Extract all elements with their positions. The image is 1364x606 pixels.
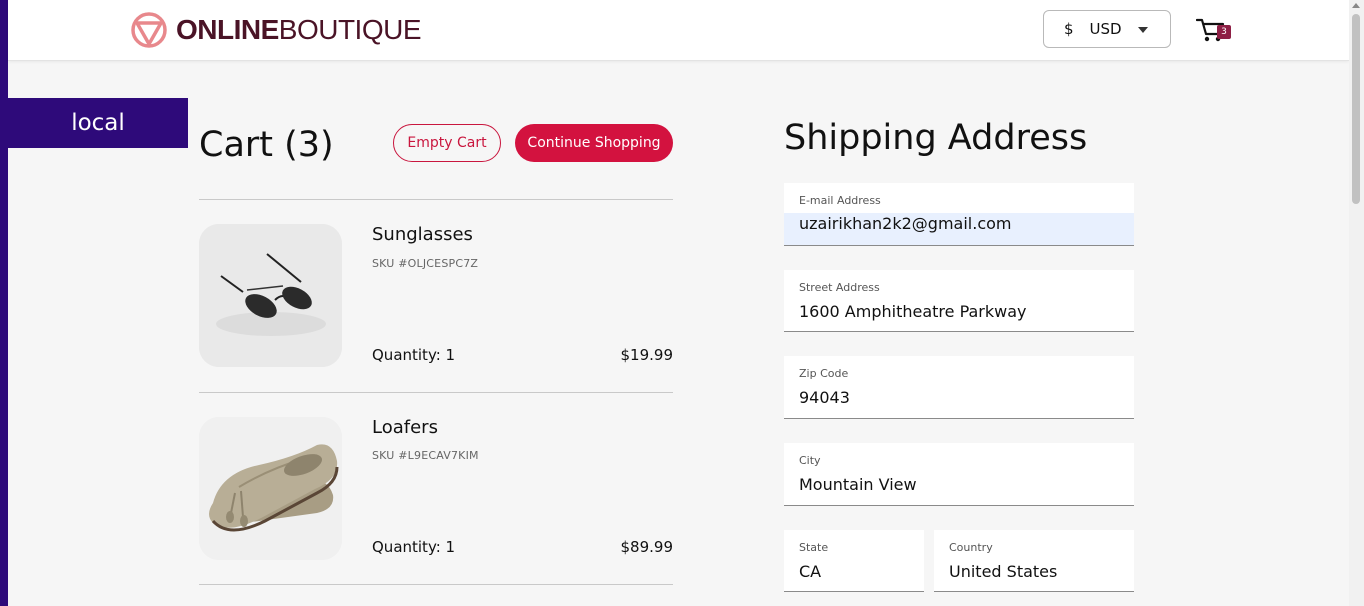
cart-item-sku: SKU #L9ECAV7KIM xyxy=(372,449,479,462)
cart-item-name[interactable]: Loafers xyxy=(372,417,438,438)
environment-label: local xyxy=(8,98,188,148)
cart-item-price: $19.99 xyxy=(620,346,674,364)
state-field[interactable]: State CA xyxy=(784,530,924,592)
continue-shopping-button[interactable]: Continue Shopping xyxy=(515,124,673,162)
logo-text-light: BOUTIQUE xyxy=(278,14,422,45)
city-field[interactable]: City Mountain View xyxy=(784,443,1134,506)
shipping-address-title: Shipping Address xyxy=(784,118,1088,158)
cart-item-sku: SKU #OLJCESPC7Z xyxy=(372,257,479,270)
cart-item-price: $89.99 xyxy=(620,538,674,556)
logo-text-bold: ONLINE xyxy=(176,14,279,45)
top-header: ONLINEBOUTIQUE $ USD 3 xyxy=(8,0,1349,61)
cart-item-quantity: Quantity: 1 xyxy=(372,538,456,556)
cart-title: Cart (3) xyxy=(199,125,334,165)
state-input[interactable]: CA xyxy=(799,562,821,581)
country-field[interactable]: Country United States xyxy=(934,530,1134,592)
zip-code-field[interactable]: Zip Code 94043 xyxy=(784,356,1134,419)
sunglasses-product-image[interactable] xyxy=(199,224,342,367)
chevron-down-icon xyxy=(1138,27,1148,33)
left-accent-bar xyxy=(0,0,8,606)
email-field[interactable]: E-mail Address uzairikhan2k2@gmail.com xyxy=(784,183,1134,246)
loafers-product-image[interactable] xyxy=(199,417,342,560)
email-input[interactable]: uzairikhan2k2@gmail.com xyxy=(799,214,1011,233)
city-label: City xyxy=(799,454,821,467)
country-label: Country xyxy=(949,541,993,554)
country-input[interactable]: United States xyxy=(949,562,1057,581)
street-address-input[interactable]: 1600 Amphitheatre Parkway xyxy=(799,302,1027,321)
scrollbar-thumb[interactable] xyxy=(1352,14,1360,204)
cart-count-badge: 3 xyxy=(1217,25,1231,39)
logo[interactable]: ONLINEBOUTIQUE xyxy=(130,10,422,50)
divider xyxy=(199,392,673,393)
divider xyxy=(199,584,673,585)
divider xyxy=(199,199,673,200)
currency-code: USD xyxy=(1089,20,1122,38)
currency-symbol: $ xyxy=(1064,20,1074,38)
empty-cart-button[interactable]: Empty Cart xyxy=(393,124,501,162)
page-scrollbar[interactable] xyxy=(1349,0,1364,606)
loafers-image xyxy=(199,417,342,560)
currency-select[interactable]: $ USD xyxy=(1043,10,1171,48)
street-address-label: Street Address xyxy=(799,281,880,294)
zip-code-label: Zip Code xyxy=(799,367,849,380)
state-label: State xyxy=(799,541,829,554)
logo-text: ONLINEBOUTIQUE xyxy=(176,14,422,45)
cart-item-name[interactable]: Sunglasses xyxy=(372,224,473,245)
scroll-up-arrow-icon[interactable] xyxy=(1352,3,1360,8)
city-input[interactable]: Mountain View xyxy=(799,475,917,494)
sunglasses-image xyxy=(199,224,342,367)
cart-item-quantity: Quantity: 1 xyxy=(372,346,456,364)
email-label: E-mail Address xyxy=(799,194,881,207)
zip-code-input[interactable]: 94043 xyxy=(799,388,850,407)
street-address-field[interactable]: Street Address 1600 Amphitheatre Parkway xyxy=(784,270,1134,332)
logo-icon xyxy=(131,12,167,48)
